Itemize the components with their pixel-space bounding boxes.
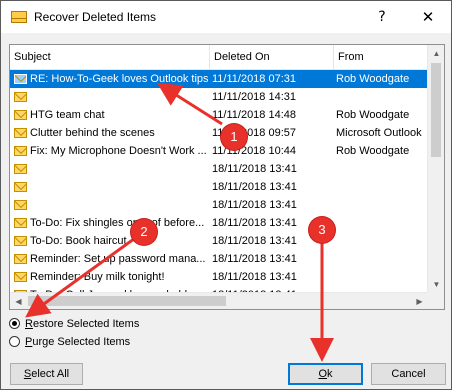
help-button[interactable]: ?: [359, 1, 405, 33]
mail-envelope-icon: [14, 128, 27, 138]
purge-radio-label[interactable]: Purge Selected Items: [25, 334, 130, 350]
table-row[interactable]: Clutter behind the scenes 11/11/2018 09:5…: [10, 124, 428, 142]
row-from: Microsoft Outlook: [336, 127, 422, 139]
table-row[interactable]: 18/11/2018 13:41: [10, 178, 428, 196]
row-subject: Clutter behind the scenes: [30, 127, 155, 139]
mail-envelope-icon: [14, 164, 27, 174]
scroll-left-arrow-icon[interactable]: ◀: [10, 293, 27, 309]
row-deleted-on: 18/11/2018 13:41: [212, 271, 297, 283]
table-row[interactable]: To-Do: Fix shingles on roof before... 18/…: [10, 214, 428, 232]
window-title: Recover Deleted Items: [34, 10, 157, 24]
row-subject: HTG team chat: [30, 109, 105, 121]
column-header-deleted-on[interactable]: Deleted On: [210, 45, 334, 69]
row-from: Rob Woodgate: [336, 109, 410, 121]
row-from: Rob Woodgate: [336, 145, 410, 157]
column-header-subject[interactable]: Subject: [10, 45, 210, 69]
row-subject: Fix: My Microphone Doesn't Work ...: [30, 145, 207, 157]
purge-radio[interactable]: [9, 336, 20, 347]
mail-envelope-icon: [14, 92, 27, 102]
scroll-up-arrow-icon[interactable]: ▲: [428, 45, 444, 62]
table-row[interactable]: Reminder: Buy milk tonight! 18/11/2018 13…: [10, 268, 428, 286]
table-row[interactable]: Reminder: Set up password mana... 18/11/2…: [10, 250, 428, 268]
scroll-down-arrow-icon[interactable]: ▼: [428, 276, 444, 293]
list-header: Subject Deleted On From: [10, 45, 428, 70]
deleted-items-list[interactable]: Subject Deleted On From RE: How-To-Geek …: [9, 44, 445, 310]
restore-radio-label[interactable]: Restore Selected Items: [25, 316, 139, 332]
row-deleted-on: 11/11/2018 14:48: [212, 109, 297, 121]
mail-envelope-icon: [14, 74, 27, 84]
list-rows: RE: How-To-Geek loves Outlook tips 11/11/…: [10, 70, 428, 304]
table-row[interactable]: Fix: My Microphone Doesn't Work ... 11/11…: [10, 142, 428, 160]
row-subject: Reminder: Set up password mana...: [30, 253, 206, 265]
row-subject: To-Do: Fix shingles on roof before...: [30, 217, 205, 229]
row-deleted-on: 18/11/2018 13:41: [212, 181, 297, 193]
mail-envelope-icon: [14, 218, 27, 228]
row-deleted-on: 18/11/2018 13:41: [212, 163, 297, 175]
row-deleted-on: 18/11/2018 13:41: [212, 199, 297, 211]
annotation-badge-3: 3: [309, 217, 335, 243]
mail-envelope-icon: [14, 110, 27, 120]
column-header-from[interactable]: From: [334, 45, 428, 69]
vertical-scroll-thumb[interactable]: [431, 63, 441, 157]
horizontal-scroll-thumb[interactable]: [28, 296, 226, 306]
row-from: Rob Woodgate: [336, 73, 410, 85]
title-bar: Recover Deleted Items ? ✕: [1, 1, 451, 33]
recover-deleted-items-dialog: Recover Deleted Items ? ✕ Subject Delete…: [0, 0, 452, 390]
mail-envelope-icon: [14, 182, 27, 192]
table-row[interactable]: HTG team chat 11/11/2018 14:48 Rob Woodgat…: [10, 106, 428, 124]
mail-envelope-icon: [14, 254, 27, 264]
table-row[interactable]: 18/11/2018 13:41: [10, 160, 428, 178]
table-row[interactable]: 18/11/2018 13:41: [10, 196, 428, 214]
ok-button[interactable]: Ok: [288, 363, 363, 385]
envelope-icon: [11, 11, 27, 23]
table-row[interactable]: To-Do: Book haircut 18/11/2018 13:41: [10, 232, 428, 250]
close-button[interactable]: ✕: [405, 1, 451, 33]
annotation-badge-2: 2: [131, 219, 157, 245]
row-deleted-on: 18/11/2018 13:41: [212, 253, 297, 265]
select-all-button[interactable]: Select All: [10, 363, 83, 385]
horizontal-scrollbar[interactable]: ◀ ▶: [10, 292, 428, 309]
mail-envelope-icon: [14, 200, 27, 210]
row-subject: To-Do: Book haircut: [30, 235, 127, 247]
scrollbar-corner: [427, 292, 444, 309]
cancel-button[interactable]: Cancel: [371, 363, 446, 385]
table-row[interactable]: 11/11/2018 14:31: [10, 88, 428, 106]
annotation-badge-1: 1: [221, 124, 247, 150]
row-deleted-on: 11/11/2018 07:31: [212, 73, 297, 85]
restore-radio[interactable]: [9, 318, 20, 329]
vertical-scrollbar[interactable]: ▲ ▼: [427, 45, 444, 293]
table-row[interactable]: RE: How-To-Geek loves Outlook tips 11/11/…: [10, 70, 428, 88]
mail-envelope-icon: [14, 236, 27, 246]
row-subject: RE: How-To-Geek loves Outlook tips: [30, 73, 208, 85]
scroll-right-arrow-icon[interactable]: ▶: [411, 293, 428, 309]
row-deleted-on: 11/11/2018 14:31: [212, 91, 297, 103]
mail-envelope-icon: [14, 146, 27, 156]
mail-envelope-icon: [14, 272, 27, 282]
row-subject: Reminder: Buy milk tonight!: [30, 271, 165, 283]
